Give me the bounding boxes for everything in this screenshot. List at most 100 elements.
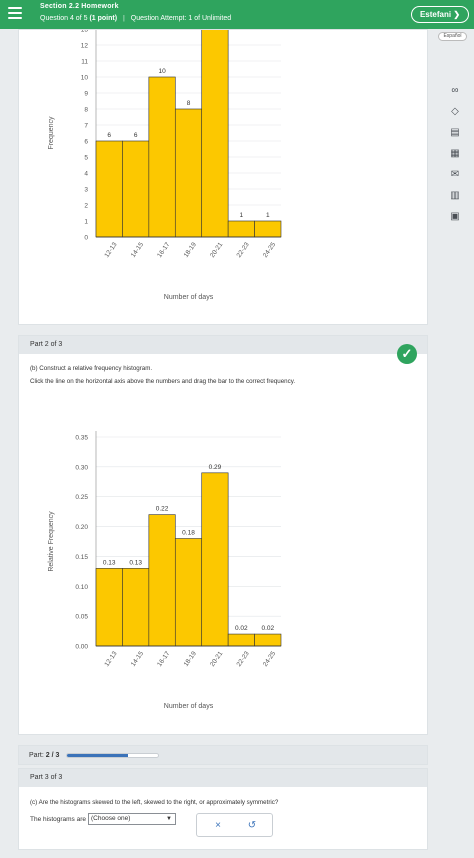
bar-value-label: 0.22 bbox=[156, 506, 169, 513]
histogram-bar bbox=[227, 220, 255, 238]
compass-icon[interactable]: ◇ bbox=[448, 105, 462, 119]
correct-check-icon: ✓ bbox=[397, 344, 417, 364]
frequency-histogram: 012345678910111213612-13614-151016-17818… bbox=[48, 30, 282, 301]
bar-value-label: 6 bbox=[107, 132, 111, 139]
assignment-title: Section 2.2 Homework bbox=[40, 3, 119, 10]
part2-card: Part 2 of 3 ✓ (b) Construct a relative f… bbox=[18, 335, 428, 735]
top-bar: Section 2.2 Homework Question 4 of 5 (1 … bbox=[0, 0, 474, 29]
x-tick-label: 24-25 bbox=[262, 241, 277, 259]
x-tick-label: 22-23 bbox=[235, 650, 250, 668]
x-tick-label: 12-13 bbox=[103, 650, 118, 668]
x-tick-label: 18-19 bbox=[183, 241, 198, 259]
progress-label: Part: 2 / 3 bbox=[29, 752, 59, 759]
bar-value-label: 6 bbox=[134, 132, 138, 139]
chevron-down-icon: ❯ bbox=[453, 10, 461, 19]
y-tick-label: 12 bbox=[81, 43, 89, 50]
histogram-bar bbox=[174, 538, 203, 647]
mail-icon[interactable]: ✉ bbox=[448, 168, 462, 182]
part-progress: Part: 2 / 3 bbox=[18, 745, 428, 765]
clear-icon[interactable]: × bbox=[211, 819, 225, 833]
dropdown-arrow-icon: ▼ bbox=[166, 816, 172, 822]
select-value: (Choose one) bbox=[91, 815, 131, 822]
progress-track bbox=[66, 753, 159, 758]
user-name: Estefani bbox=[419, 10, 452, 19]
x-tick-label: 16-17 bbox=[156, 650, 171, 668]
language-button[interactable]: Español bbox=[438, 32, 467, 41]
part2-instruction: Click the line on the horizontal axis ab… bbox=[30, 378, 296, 385]
part2-header: Part 2 of 3 bbox=[19, 336, 427, 354]
histogram-bar bbox=[254, 633, 282, 647]
part2-question: (b) Construct a relative frequency histo… bbox=[30, 365, 153, 372]
bar-value-label: 0.13 bbox=[129, 559, 142, 566]
y-tick-label: 2 bbox=[84, 203, 88, 210]
x-tick-label: 22-23 bbox=[235, 241, 250, 259]
y-tick-label: 0 bbox=[84, 235, 88, 242]
bar-value-label: 0.13 bbox=[103, 559, 116, 566]
y-tick-label: 0.20 bbox=[75, 524, 88, 531]
y-tick-label: 0.10 bbox=[75, 584, 88, 591]
y-tick-label: 7 bbox=[84, 123, 88, 130]
histogram-bar bbox=[122, 568, 150, 647]
y-axis-title: Relative Frequency bbox=[48, 511, 55, 572]
histogram-bar bbox=[148, 76, 176, 238]
x-tick-label: 14-15 bbox=[130, 650, 145, 668]
bar-value-label: 0.18 bbox=[182, 530, 195, 537]
menu-icon[interactable] bbox=[8, 7, 22, 21]
bar-value-label: 1 bbox=[240, 212, 244, 219]
y-tick-label: 6 bbox=[84, 139, 88, 146]
user-menu-button[interactable]: Estefani ❯ bbox=[411, 6, 469, 23]
calculator-icon[interactable]: ▦ bbox=[448, 147, 462, 161]
y-tick-label: 0.25 bbox=[75, 494, 88, 501]
x-tick-label: 12-13 bbox=[103, 241, 118, 259]
y-tick-label: 0.00 bbox=[75, 644, 88, 651]
y-tick-label: 0.15 bbox=[75, 554, 88, 561]
histogram-bar bbox=[201, 472, 229, 647]
book-icon[interactable]: ▣ bbox=[448, 210, 462, 224]
separator: | bbox=[123, 15, 125, 22]
y-axis-title: Frequency bbox=[48, 116, 55, 150]
question-info: Question 4 of 5 (1 point) | Question Att… bbox=[40, 15, 231, 22]
y-tick-label: 1 bbox=[84, 219, 88, 226]
bar-chart-icon[interactable]: ▥ bbox=[448, 189, 462, 203]
y-tick-label: 13 bbox=[81, 30, 89, 34]
histogram-bar bbox=[95, 568, 123, 647]
undo-icon[interactable]: ↺ bbox=[245, 819, 259, 833]
y-tick-label: 4 bbox=[84, 171, 88, 178]
part3-question: (c) Are the histograms skewed to the lef… bbox=[30, 799, 279, 806]
x-tick-label: 24-25 bbox=[262, 650, 277, 668]
y-tick-label: 0.30 bbox=[75, 464, 88, 471]
skew-select[interactable]: (Choose one) ▼ bbox=[88, 813, 176, 825]
answer-prefix: The histograms are bbox=[30, 816, 86, 823]
histogram-bar bbox=[201, 30, 229, 238]
question-points: (1 point) bbox=[89, 15, 118, 22]
y-tick-label: 5 bbox=[84, 155, 88, 162]
y-tick-label: 9 bbox=[84, 91, 88, 98]
x-tick-label: 14-15 bbox=[130, 241, 145, 259]
bar-value-label: 0.02 bbox=[261, 625, 274, 632]
notes-icon[interactable]: ▤ bbox=[448, 126, 462, 140]
y-tick-label: 3 bbox=[84, 187, 88, 194]
x-tick-label: 20-21 bbox=[209, 241, 224, 259]
x-tick-label: 18-19 bbox=[183, 650, 198, 668]
attempt-info: Question Attempt: 1 of Unlimited bbox=[130, 15, 232, 22]
tool-sidebar: ∞ ◇ ▤ ▦ ✉ ▥ ▣ bbox=[448, 84, 464, 231]
histogram-bar bbox=[122, 140, 150, 238]
histogram-bar bbox=[227, 633, 255, 647]
part3-card: Part 3 of 3 (c) Are the histograms skewe… bbox=[18, 768, 428, 850]
bar-value-label: 8 bbox=[187, 100, 191, 107]
question-number: Question 4 of 5 bbox=[40, 15, 88, 22]
x-axis-title: Number of days bbox=[164, 294, 214, 301]
bar-value-label: 0.29 bbox=[209, 464, 222, 471]
relative-frequency-histogram: 0.00 0.05 0.10 0.15 0.20 0.25 0.30 0.35 0.13 12-1… bbox=[48, 431, 282, 710]
part3-header: Part 3 of 3 bbox=[19, 769, 427, 787]
glasses-icon[interactable]: ∞ bbox=[448, 84, 462, 98]
bar-value-label: 10 bbox=[158, 68, 166, 75]
y-tick-label: 0.05 bbox=[75, 614, 88, 621]
y-tick-label: 10 bbox=[81, 75, 89, 82]
histogram-bar bbox=[174, 108, 203, 238]
progress-prefix: Part: bbox=[29, 752, 44, 759]
bar-value-label: 0.02 bbox=[235, 625, 248, 632]
progress-fill bbox=[67, 754, 128, 757]
progress-value: 2 / 3 bbox=[45, 752, 60, 759]
x-tick-label: 20-21 bbox=[209, 650, 224, 668]
